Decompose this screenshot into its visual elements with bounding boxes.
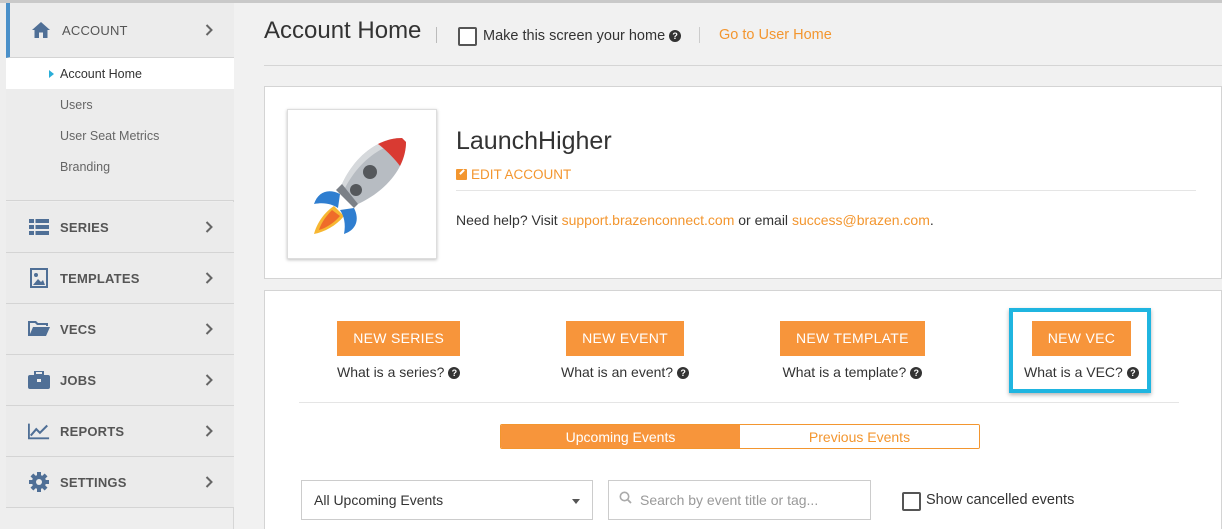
help-prefix: Need help? Visit bbox=[456, 212, 562, 228]
chevron-right-icon bbox=[202, 424, 216, 438]
new-event-group: NEW EVENT What is an event?? bbox=[561, 321, 690, 380]
actions-card: NEW SERIES What is a series?? NEW EVENT … bbox=[264, 290, 1222, 529]
sidebar-section-series[interactable]: SERIES bbox=[6, 202, 234, 253]
sidebar-item-user-seat-metrics[interactable]: User Seat Metrics bbox=[6, 120, 234, 151]
what-is-template-text: What is a template? bbox=[782, 364, 907, 380]
sidebar-section-reports[interactable]: REPORTS bbox=[6, 406, 234, 457]
sidebar-item-label: Users bbox=[60, 97, 93, 112]
list-icon bbox=[28, 216, 50, 238]
help-icon: ? bbox=[910, 367, 923, 379]
sidebar-item-branding[interactable]: Branding bbox=[6, 151, 234, 182]
gear-icon bbox=[28, 471, 50, 493]
sidebar-section-label: JOBS bbox=[60, 372, 97, 388]
header-divider bbox=[699, 27, 700, 43]
active-indicator-icon bbox=[49, 69, 54, 78]
search-icon bbox=[619, 491, 632, 509]
sidebar-section-label: TEMPLATES bbox=[60, 270, 140, 286]
sidebar-item-label: User Seat Metrics bbox=[60, 128, 160, 143]
new-series-group: NEW SERIES What is a series?? bbox=[337, 321, 461, 380]
what-is-vec-link[interactable]: What is a VEC?? bbox=[1024, 364, 1139, 380]
main-content: Account Home Make this screen your home?… bbox=[234, 0, 1222, 529]
sidebar-item-label: Account Home bbox=[60, 66, 142, 81]
chevron-right-icon bbox=[202, 271, 216, 285]
chevron-right-icon bbox=[202, 475, 216, 489]
what-is-event-text: What is an event? bbox=[561, 364, 674, 380]
edit-icon bbox=[456, 169, 467, 180]
briefcase-icon bbox=[28, 369, 50, 391]
image-icon bbox=[28, 267, 50, 289]
new-template-group: NEW TEMPLATE What is a template?? bbox=[780, 321, 925, 380]
header-rule bbox=[264, 65, 1222, 66]
help-suffix: . bbox=[929, 212, 934, 228]
what-is-event-link[interactable]: What is an event?? bbox=[561, 364, 690, 380]
sidebar-section-jobs[interactable]: JOBS bbox=[6, 355, 234, 406]
make-home-checkbox[interactable] bbox=[458, 27, 477, 46]
new-series-button[interactable]: NEW SERIES bbox=[337, 321, 461, 356]
event-filter-value: All Upcoming Events bbox=[314, 492, 444, 508]
help-middle: or email bbox=[734, 212, 792, 228]
make-home-label: Make this screen your home? bbox=[483, 28, 682, 44]
home-icon bbox=[30, 19, 52, 41]
help-icon: ? bbox=[1126, 367, 1139, 379]
account-divider bbox=[456, 190, 1196, 191]
page-title: Account Home bbox=[264, 17, 422, 44]
new-vec-group: NEW VEC What is a VEC?? bbox=[1024, 321, 1139, 380]
what-is-vec-text: What is a VEC? bbox=[1024, 364, 1123, 380]
what-is-series-link[interactable]: What is a series?? bbox=[337, 364, 461, 380]
go-to-user-home-link[interactable]: Go to User Home bbox=[719, 27, 832, 43]
event-search-field[interactable] bbox=[608, 480, 871, 520]
edit-account-label: EDIT ACCOUNT bbox=[471, 167, 572, 182]
sidebar-item-account-home[interactable]: Account Home bbox=[6, 58, 234, 89]
events-tab-toggle: Upcoming Events Previous Events bbox=[500, 424, 980, 449]
actions-divider bbox=[299, 402, 1179, 403]
rocket-icon bbox=[314, 138, 406, 234]
account-name: LaunchHigher bbox=[456, 127, 612, 155]
what-is-template-link[interactable]: What is a template?? bbox=[780, 364, 925, 380]
chevron-right-icon bbox=[202, 322, 216, 336]
sidebar-section-label: SERIES bbox=[60, 219, 109, 235]
account-logo bbox=[287, 109, 437, 259]
sidebar-item-label: Branding bbox=[60, 159, 111, 174]
tab-previous-events[interactable]: Previous Events bbox=[740, 425, 979, 448]
help-icon: ? bbox=[677, 367, 690, 379]
chevron-right-icon bbox=[202, 23, 216, 37]
show-cancelled-label: Show cancelled events bbox=[926, 492, 1075, 508]
sidebar-section-label: ACCOUNT bbox=[62, 22, 128, 38]
sidebar-item-users[interactable]: Users bbox=[6, 89, 234, 120]
chevron-right-icon bbox=[202, 220, 216, 234]
support-link[interactable]: support.brazenconnect.com bbox=[562, 212, 735, 228]
edit-account-link[interactable]: EDIT ACCOUNT bbox=[456, 167, 571, 182]
email-link[interactable]: success@brazen.com bbox=[792, 212, 930, 228]
sidebar-section-account[interactable]: ACCOUNT bbox=[6, 3, 234, 58]
make-home-label-text: Make this screen your home bbox=[483, 28, 666, 44]
help-icon[interactable]: ? bbox=[669, 30, 682, 42]
sidebar-section-label: REPORTS bbox=[60, 423, 125, 439]
header-divider bbox=[436, 27, 437, 43]
sidebar-section-settings[interactable]: SETTINGS bbox=[6, 457, 234, 508]
account-card: LaunchHigher EDIT ACCOUNT Need help? Vis… bbox=[264, 86, 1222, 279]
sidebar-section-templates[interactable]: TEMPLATES bbox=[6, 253, 234, 304]
sidebar-section-label: SETTINGS bbox=[60, 474, 127, 490]
search-input[interactable] bbox=[640, 492, 860, 508]
help-text: Need help? Visit support.brazenconnect.c… bbox=[456, 212, 934, 228]
chevron-right-icon bbox=[202, 373, 216, 387]
help-icon: ? bbox=[448, 367, 461, 379]
new-event-button[interactable]: NEW EVENT bbox=[566, 321, 684, 356]
folder-icon bbox=[28, 318, 50, 340]
chart-line-icon bbox=[28, 420, 50, 442]
sidebar-section-label: VECS bbox=[60, 321, 97, 337]
new-template-button[interactable]: NEW TEMPLATE bbox=[780, 321, 925, 356]
tab-upcoming-events[interactable]: Upcoming Events bbox=[501, 425, 740, 448]
event-filter-select[interactable]: All Upcoming Events bbox=[301, 480, 593, 520]
caret-down-icon bbox=[572, 499, 580, 504]
new-vec-button[interactable]: NEW VEC bbox=[1031, 321, 1132, 356]
what-is-series-text: What is a series? bbox=[337, 364, 445, 380]
sidebar: ACCOUNT Account Home Users User Seat Met… bbox=[0, 0, 234, 529]
show-cancelled-checkbox[interactable] bbox=[902, 492, 921, 511]
sidebar-section-vecs[interactable]: VECS bbox=[6, 304, 234, 355]
